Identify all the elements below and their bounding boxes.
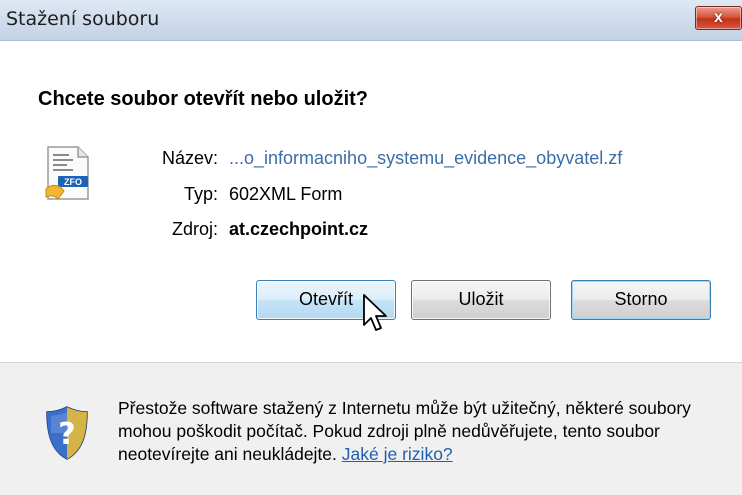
mouse-cursor-icon xyxy=(363,294,387,331)
type-label: Typ: xyxy=(183,184,218,204)
file-source-value: at.czechpoint.cz xyxy=(229,219,369,239)
shield-question-icon: ? xyxy=(46,406,88,460)
security-warning-text: Přestože software stažený z Internetu mů… xyxy=(118,397,728,466)
save-button[interactable]: Uložit xyxy=(411,280,551,320)
title-bar[interactable]: Stažení souboru x xyxy=(0,0,742,41)
file-name-value: ...o_informacniho_systemu_evidence_obyva… xyxy=(229,148,623,168)
svg-text:?: ? xyxy=(58,417,75,452)
svg-text:ZFO: ZFO xyxy=(64,177,82,187)
download-dialog: Stažení souboru x Chcete soubor otevřít … xyxy=(0,0,742,495)
close-button[interactable]: x xyxy=(695,6,742,30)
close-icon: x xyxy=(714,9,723,26)
window-title: Stažení souboru xyxy=(6,8,160,30)
source-label: Zdroj: xyxy=(171,219,218,239)
dialog-question: Chcete soubor otevřít nebo uložit? xyxy=(38,88,369,110)
zfo-file-icon: ZFO xyxy=(45,146,89,200)
name-label: Název: xyxy=(161,148,218,168)
cancel-button[interactable]: Storno xyxy=(571,280,711,320)
risk-link[interactable]: Jaké je riziko? xyxy=(342,444,453,464)
file-type-value: 602XML Form xyxy=(229,184,343,204)
